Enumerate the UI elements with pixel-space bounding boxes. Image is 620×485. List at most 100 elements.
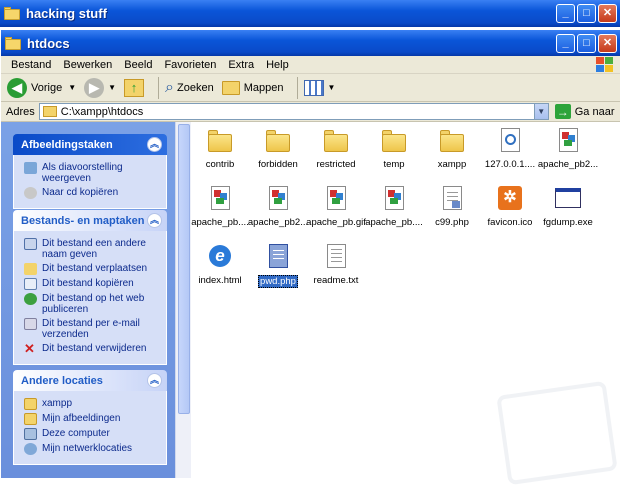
file-item[interactable]: forbidden <box>248 126 308 170</box>
text-file-icon <box>320 242 352 272</box>
panel-title: Bestands- en maptaken <box>21 214 145 227</box>
chevron-down-icon[interactable]: ▼ <box>68 83 76 92</box>
copy-link[interactable]: Dit bestand kopiëren <box>24 278 160 290</box>
close-button[interactable]: ✕ <box>598 33 617 53</box>
rename-icon <box>24 238 37 250</box>
collapse-icon[interactable]: ︽ <box>147 213 162 228</box>
views-button[interactable]: ▼ <box>304 79 335 96</box>
menu-bestand[interactable]: Bestand <box>5 59 57 71</box>
chevron-down-icon[interactable]: ▼ <box>533 104 548 119</box>
menu-extra[interactable]: Extra <box>222 59 260 71</box>
go-label: Ga naar <box>574 105 615 118</box>
go-button[interactable]: → Ga naar <box>554 104 615 119</box>
folder-icon <box>320 126 352 156</box>
folder-icon <box>436 126 468 156</box>
file-item[interactable]: restricted <box>306 126 366 170</box>
file-item[interactable]: apache_pb.... <box>364 184 424 228</box>
file-item[interactable]: c99.php <box>422 184 482 228</box>
slideshow-link[interactable]: Als diavoorstelling weergeven <box>24 162 160 184</box>
file-item[interactable]: contrib <box>190 126 250 170</box>
vertical-scrollbar[interactable] <box>175 122 191 478</box>
task-pane: Afbeeldingstaken ︽ Als diavoorstelling w… <box>1 122 175 478</box>
file-item[interactable]: readme.txt <box>306 242 366 286</box>
back-window-titlebar[interactable]: hacking stuff _ □ ✕ <box>0 0 620 27</box>
xampp-icon: ✲ <box>494 184 526 214</box>
file-item[interactable]: apache_pb.... <box>190 184 250 228</box>
file-name: contrib <box>205 159 235 170</box>
image-tasks-panel: Afbeeldingstaken ︽ Als diavoorstelling w… <box>13 134 167 209</box>
file-item[interactable]: temp <box>364 126 424 170</box>
scroll-thumb[interactable] <box>178 124 190 414</box>
window-title: htdocs <box>27 35 70 51</box>
menu-bewerken[interactable]: Bewerken <box>57 59 118 71</box>
up-folder-button[interactable]: ↑ <box>124 78 145 97</box>
rename-link[interactable]: Dit bestand een andere naam geven <box>24 238 160 260</box>
back-window-title: hacking stuff <box>26 6 107 21</box>
publish-link[interactable]: Dit bestand op het web publiceren <box>24 293 160 315</box>
menu-favorieten[interactable]: Favorieten <box>158 59 222 71</box>
file-item[interactable]: apache_pb.gif <box>306 184 366 228</box>
forward-button[interactable]: ▶ ▼ <box>84 77 116 98</box>
file-item[interactable]: apache_pb2... <box>248 184 308 228</box>
image-file-icon <box>378 184 410 214</box>
delete-icon: ✕ <box>24 341 35 356</box>
minimize-button[interactable]: _ <box>556 33 575 53</box>
chevron-down-icon[interactable]: ▼ <box>108 83 116 92</box>
search-button[interactable]: ⌕ Zoeken <box>165 79 214 97</box>
image-file-icon <box>204 184 236 214</box>
folder-watermark <box>496 380 618 485</box>
panel-header[interactable]: Afbeeldingstaken ︽ <box>13 134 167 155</box>
slideshow-icon <box>24 162 37 174</box>
place-network[interactable]: Mijn netwerklocaties <box>24 443 160 455</box>
folder-icon <box>24 398 37 410</box>
file-item[interactable]: xampp <box>422 126 482 170</box>
folders-button[interactable]: Mappen <box>221 80 284 95</box>
folder-icon <box>378 126 410 156</box>
computer-icon <box>24 428 37 440</box>
copy-to-cd-link[interactable]: Naar cd kopiëren <box>24 187 160 199</box>
file-name: xampp <box>437 159 467 170</box>
move-link[interactable]: Dit bestand verplaatsen <box>24 263 160 275</box>
chevron-down-icon[interactable]: ▼ <box>327 83 335 92</box>
panel-title: Afbeeldingstaken <box>21 138 113 151</box>
shortcut-icon <box>494 126 526 156</box>
file-item-selected[interactable]: pwd.php <box>248 242 308 288</box>
image-file-icon <box>262 184 294 214</box>
email-link[interactable]: Dit bestand per e-mail verzenden <box>24 318 160 340</box>
back-label: Vorige <box>31 81 63 94</box>
image-file-icon <box>552 126 584 156</box>
file-name: fgdump.exe <box>543 217 593 228</box>
panel-header[interactable]: Bestands- en maptaken ︽ <box>13 210 167 231</box>
file-item[interactable]: fgdump.exe <box>538 184 598 228</box>
file-item[interactable]: ✲ favicon.ico <box>480 184 540 228</box>
address-input[interactable]: C:\xampp\htdocs ▼ <box>38 103 549 120</box>
window-titlebar[interactable]: htdocs _ □ ✕ <box>1 30 620 56</box>
file-item[interactable]: 127.0.0.1.... <box>480 126 540 170</box>
file-item[interactable]: e index.html <box>190 242 250 286</box>
minimize-button[interactable]: _ <box>556 4 575 23</box>
windows-logo-icon <box>596 57 614 73</box>
maximize-button[interactable]: □ <box>577 4 596 23</box>
back-button[interactable]: ◀ Vorige ▼ <box>7 77 76 98</box>
address-bar: Adres C:\xampp\htdocs ▼ → Ga naar <box>1 102 620 122</box>
menu-help[interactable]: Help <box>260 59 295 71</box>
menu-beeld[interactable]: Beeld <box>118 59 158 71</box>
collapse-icon[interactable]: ︽ <box>147 373 162 388</box>
file-name: apache_pb2... <box>247 217 309 228</box>
file-name: forbidden <box>258 159 298 170</box>
copy-icon <box>24 278 37 290</box>
collapse-icon[interactable]: ︽ <box>147 137 162 152</box>
delete-link[interactable]: ✕ Dit bestand verwijderen <box>24 341 160 356</box>
close-button[interactable]: ✕ <box>598 4 617 23</box>
place-my-pictures[interactable]: Mijn afbeeldingen <box>24 413 160 425</box>
place-my-computer[interactable]: Deze computer <box>24 428 160 440</box>
place-xampp[interactable]: xampp <box>24 398 160 410</box>
file-name: temp <box>383 159 405 170</box>
folder-icon <box>4 7 20 20</box>
panel-header[interactable]: Andere locaties ︽ <box>13 370 167 391</box>
folder-icon <box>42 106 57 117</box>
folders-label: Mappen <box>243 81 284 94</box>
folder-icon <box>262 126 294 156</box>
file-item[interactable]: apache_pb2... <box>538 126 598 170</box>
maximize-button[interactable]: □ <box>577 33 596 53</box>
